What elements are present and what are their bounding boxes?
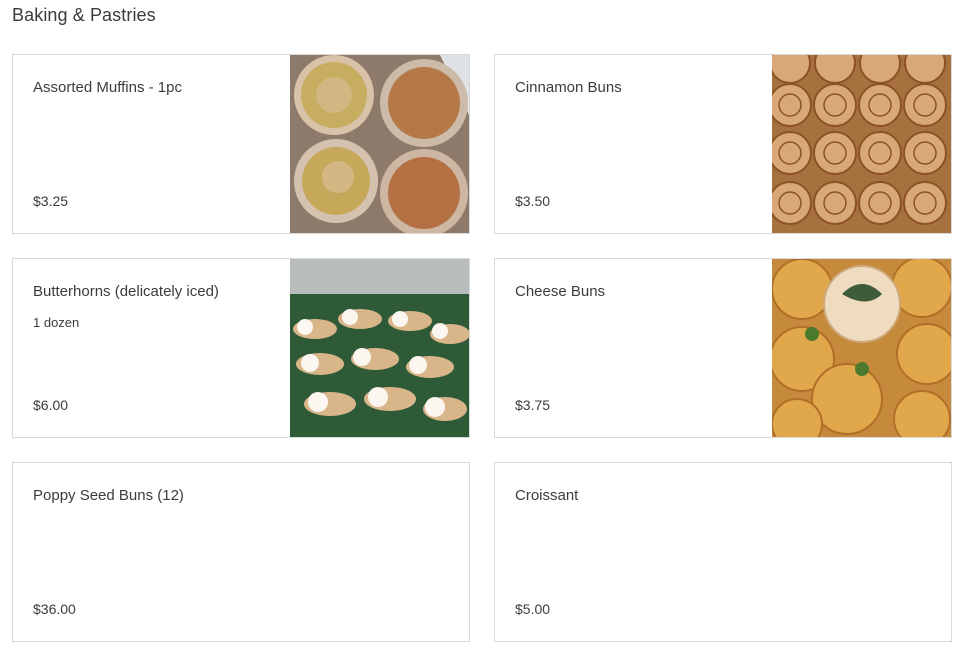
menu-item-card[interactable]: Cheese Buns $3.75 — [494, 258, 952, 438]
cinnamon-buns-photo[interactable] — [772, 55, 951, 233]
muffins-photo[interactable] — [290, 55, 469, 233]
menu-item-info: Assorted Muffins - 1pc $3.25 — [33, 55, 283, 233]
butterhorns-photo[interactable] — [290, 259, 469, 437]
menu-item-card[interactable]: Poppy Seed Buns (12) $36.00 — [12, 462, 470, 642]
menu-item-price: $3.25 — [33, 193, 69, 209]
menu-item-description: 1 dozen — [33, 315, 80, 330]
menu-item-price: $3.75 — [515, 397, 551, 413]
menu-item-name: Cinnamon Buns — [515, 79, 622, 96]
menu-item-name: Cheese Buns — [515, 283, 606, 300]
menu-item-info: Cinnamon Buns $3.50 — [515, 55, 765, 233]
menu-item-info: Butterhorns (delicately iced) 1 dozen $6… — [33, 259, 283, 437]
menu-item-name: Assorted Muffins - 1pc — [33, 79, 182, 96]
menu-item-price: $5.00 — [515, 601, 551, 617]
menu-item-card[interactable]: Croissant $5.00 — [494, 462, 952, 642]
menu-item-info: Croissant $5.00 — [515, 463, 765, 641]
menu-item-name: Butterhorns (delicately iced) — [33, 283, 219, 300]
menu-item-price: $36.00 — [33, 601, 76, 617]
menu-item-name: Poppy Seed Buns (12) — [33, 487, 184, 504]
menu-item-card[interactable]: Assorted Muffins - 1pc $3.25 — [12, 54, 470, 234]
menu-item-info: Cheese Buns $3.75 — [515, 259, 765, 437]
menu-item-card[interactable]: Cinnamon Buns $3.50 — [494, 54, 952, 234]
menu-item-info: Poppy Seed Buns (12) $36.00 — [33, 463, 283, 641]
menu-item-price: $3.50 — [515, 193, 551, 209]
menu-item-name: Croissant — [515, 487, 579, 504]
section-title: Baking & Pastries — [12, 5, 156, 25]
menu-item-price: $6.00 — [33, 397, 69, 413]
menu-item-card[interactable]: Butterhorns (delicately iced) 1 dozen $6… — [12, 258, 470, 438]
cheese-buns-photo[interactable] — [772, 259, 951, 437]
